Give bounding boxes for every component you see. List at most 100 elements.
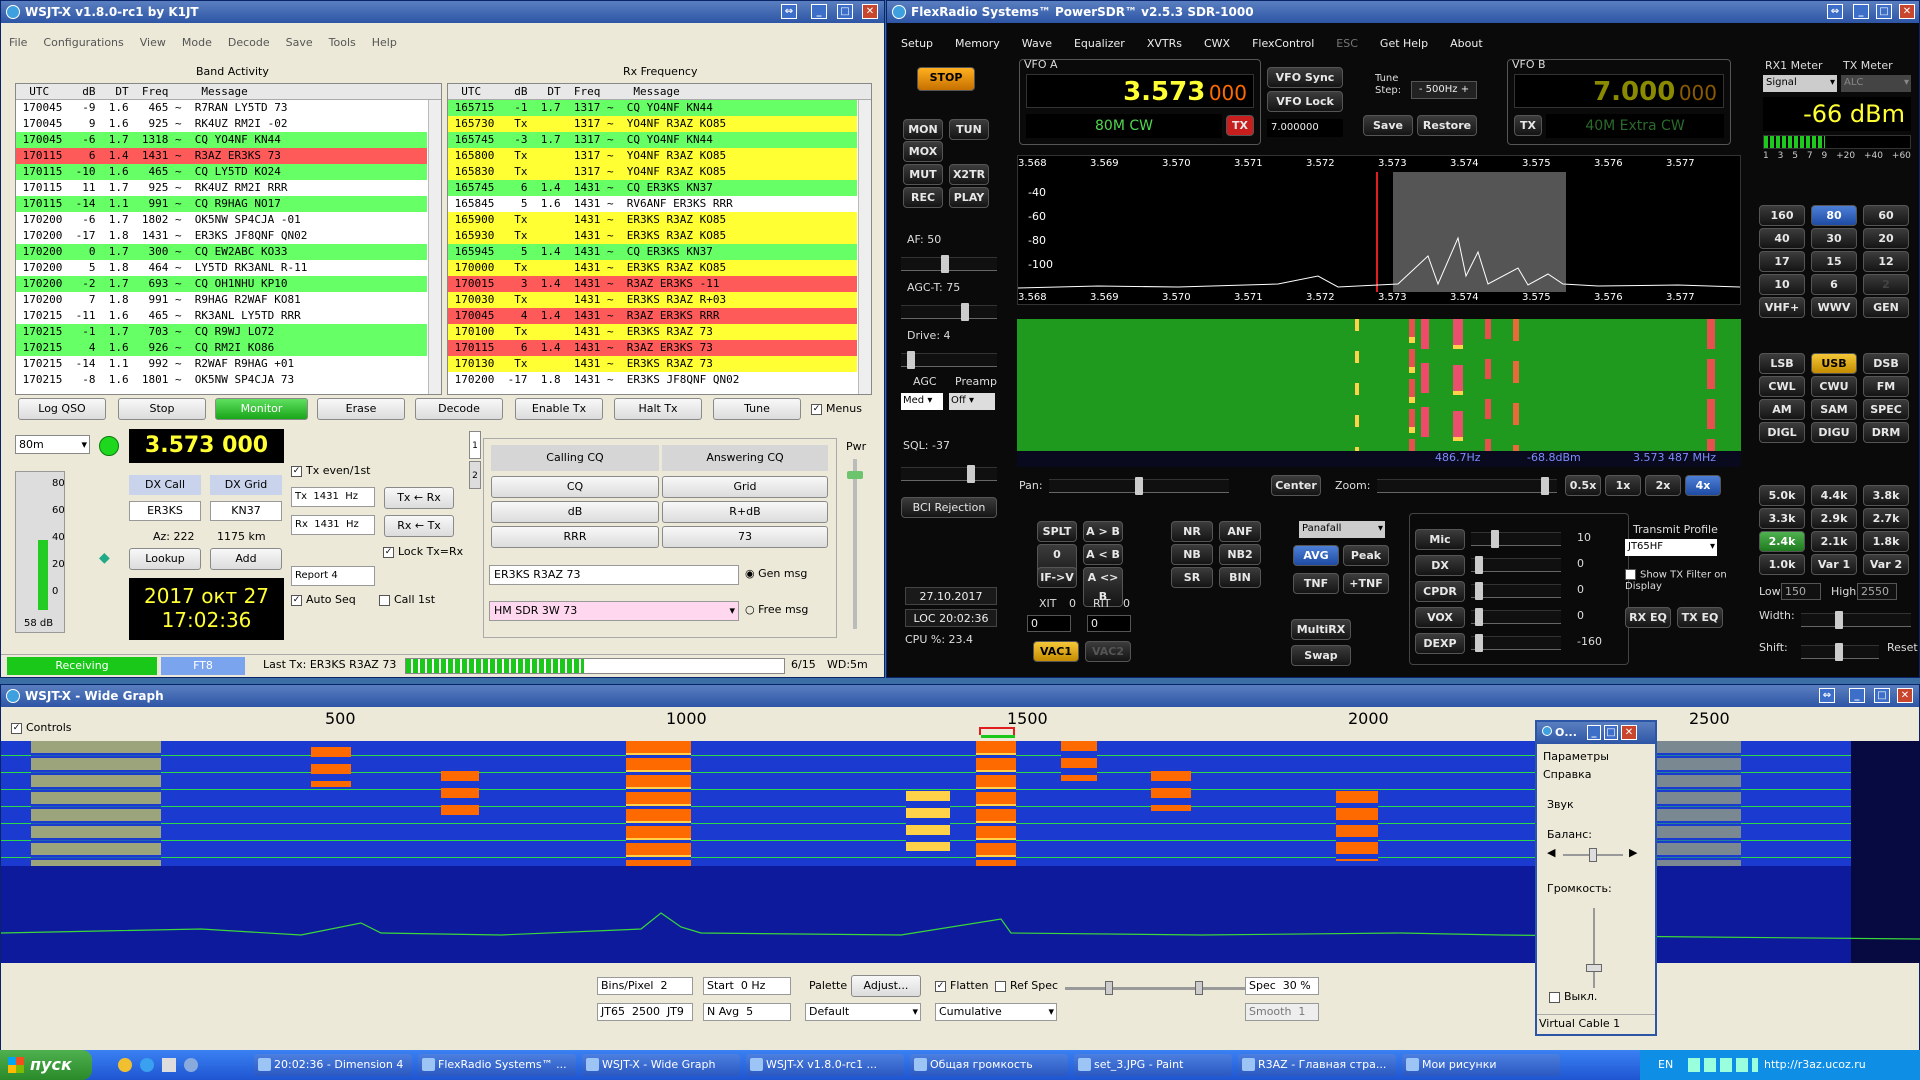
splt-button[interactable]: SPLT xyxy=(1037,521,1077,542)
gen-msg-radio[interactable]: ◉ Gen msg xyxy=(745,567,807,580)
menu-item-cwx[interactable]: CWX xyxy=(1204,37,1230,50)
lookup-button[interactable]: Lookup xyxy=(129,548,201,570)
mic-button[interactable]: Mic xyxy=(1415,529,1465,550)
pwr-slider-handle[interactable] xyxy=(847,471,863,479)
start-button[interactable]: пуск xyxy=(0,1050,92,1080)
menu-item-get-help[interactable]: Get Help xyxy=(1380,37,1428,50)
enable-tx-button[interactable]: Enable Tx xyxy=(515,398,603,420)
gen-msg-field[interactable]: ER3KS R3AZ 73 xyxy=(489,565,739,585)
tun-button[interactable]: TUN xyxy=(949,119,989,140)
vox-slider[interactable] xyxy=(1471,608,1561,626)
band-select[interactable]: 80m ▾ xyxy=(15,435,90,454)
gain-slider-handle[interactable] xyxy=(1105,981,1113,995)
maximize-icon[interactable]: □ xyxy=(1604,725,1618,740)
palette-select[interactable]: Default ▾ xyxy=(805,1003,921,1021)
mic-slider[interactable] xyxy=(1471,530,1561,548)
table-row[interactable]: 170115 -14 1.1 991 ~ CQ R9HAG NO17 xyxy=(16,196,427,212)
wsjtx-titlebar[interactable]: WSJT-X v1.8.0-rc1 by K1JT ⇔ _ □ ✕ xyxy=(1,1,884,23)
taskbar-item[interactable]: set_3.JPG - Paint xyxy=(1074,1054,1232,1076)
rx-scrollbar[interactable] xyxy=(858,100,871,394)
table-row[interactable]: 170215 -14 1.1 992 ~ R2WAF R9HAG +01 xyxy=(16,356,427,372)
wide-graph-titlebar[interactable]: WSJT-X - Wide Graph ⇔ _ □ ✕ xyxy=(1,685,1919,707)
start-spinbox[interactable]: Start 0 Hz xyxy=(703,977,791,995)
dx-call-field[interactable]: ER3KS xyxy=(129,501,201,521)
mode-cwu-button[interactable]: CWU xyxy=(1811,376,1857,397)
close-icon[interactable]: ✕ xyxy=(1897,688,1913,703)
bci-rejection-button[interactable]: BCI Rejection xyxy=(901,497,997,518)
band-12-button[interactable]: 12 xyxy=(1863,251,1909,272)
save-button[interactable]: Save xyxy=(1363,115,1413,136)
restore-icon[interactable]: ⇔ xyxy=(1819,688,1835,703)
band-80-button[interactable]: 80 xyxy=(1811,205,1857,226)
nr-button[interactable]: NR xyxy=(1171,521,1213,542)
menu-item-file[interactable]: File xyxy=(9,36,27,49)
band-30-button[interactable]: 30 xyxy=(1811,228,1857,249)
mode-digu-button[interactable]: DIGU xyxy=(1811,422,1857,443)
stop-button[interactable]: STOP xyxy=(917,67,975,91)
table-row[interactable]: 170115 6 1.4 1431 ~ R3AZ ER3KS 73 xyxy=(448,340,857,356)
filter-2.9k-button[interactable]: 2.9k xyxy=(1811,508,1857,529)
table-row[interactable]: 170045 9 1.6 925 ~ RK4UZ RM2I -02 xyxy=(16,116,427,132)
menu-item-tools[interactable]: Tools xyxy=(329,36,356,49)
minimize-icon[interactable]: _ xyxy=(1849,688,1865,703)
nb-button[interactable]: NB xyxy=(1171,544,1213,565)
gain-slider[interactable] xyxy=(1065,981,1245,995)
filter-3.8k-button[interactable]: 3.8k xyxy=(1863,485,1909,506)
tx-freq-spinbox[interactable]: Tx 1431 Hz xyxy=(291,487,375,507)
mut-button[interactable]: MUT xyxy=(903,164,943,185)
volume-mixer-titlebar[interactable]: О... _ □ ✕ xyxy=(1537,722,1655,744)
menu-item-mode[interactable]: Mode xyxy=(182,36,212,49)
center-button[interactable]: Center xyxy=(1271,475,1321,496)
decode-button[interactable]: Decode xyxy=(415,398,503,420)
volume-slider[interactable] xyxy=(1586,908,1602,988)
maximize-icon[interactable]: □ xyxy=(1874,688,1890,703)
table-row[interactable]: 170100 Tx 1431 ~ ER3KS R3AZ 73 xyxy=(448,324,857,340)
minimize-icon[interactable]: _ xyxy=(811,4,827,19)
dexp-button[interactable]: DEXP xyxy=(1415,633,1465,654)
vfo-a-display[interactable]: 3.573 000 xyxy=(1026,74,1254,108)
mode-drm-button[interactable]: DRM xyxy=(1863,422,1909,443)
taskbar-item[interactable]: R3AZ - Главная стра... xyxy=(1238,1054,1396,1076)
dx-slider-handle[interactable] xyxy=(1475,556,1483,574)
filter-1.0k-button[interactable]: 1.0k xyxy=(1759,554,1805,575)
params-menu[interactable]: Параметры xyxy=(1543,750,1609,763)
af-slider-handle[interactable] xyxy=(941,255,949,273)
halt-tx-button[interactable]: Halt Tx xyxy=(614,398,702,420)
menus-checkbox[interactable]: ✓ Menus xyxy=(811,402,862,415)
table-row[interactable]: 170045 -9 1.6 465 ~ R7RAN LY5TD 73 xyxy=(16,100,427,116)
table-row[interactable]: 170200 -17 1.8 1431 ~ ER3KS JF8QNF QN02 xyxy=(16,228,427,244)
agc-select[interactable]: Med ▾ xyxy=(901,393,943,410)
zoom-2x-button[interactable]: 2x xyxy=(1645,475,1681,496)
table-row[interactable]: 165800 Tx 1317 ~ YO4NF R3AZ KO85 xyxy=(448,148,857,164)
quick-launch-icon[interactable] xyxy=(140,1058,154,1072)
band-20-button[interactable]: 20 xyxy=(1863,228,1909,249)
sr-button[interactable]: SR xyxy=(1171,567,1213,588)
cumulative-select[interactable]: Cumulative ▾ xyxy=(935,1003,1057,1021)
73-button[interactable]: 73 xyxy=(662,526,828,548)
menu-item-equalizer[interactable]: Equalizer xyxy=(1074,37,1125,50)
display-mode-select[interactable]: Panafall ▾ xyxy=(1299,521,1385,538)
add-button[interactable]: Add xyxy=(210,548,282,570)
dx-button[interactable]: DX xyxy=(1415,555,1465,576)
ref-spec-checkbox[interactable]: Ref Spec xyxy=(995,979,1058,992)
filter-2.1k-button[interactable]: 2.1k xyxy=(1811,531,1857,552)
band-40-button[interactable]: 40 xyxy=(1759,228,1805,249)
stop-button[interactable]: Stop xyxy=(118,398,206,420)
play-button[interactable]: PLAY xyxy=(949,187,989,208)
band-activity-table[interactable]: UTC dB DT Freq Message 170045 -9 1.6 465… xyxy=(15,83,442,395)
table-row[interactable]: 170200 -2 1.7 693 ~ CQ OH1NHU KP10 xyxy=(16,276,427,292)
show-tx-filter-checkbox[interactable]: Show TX Filter on Display xyxy=(1625,569,1735,592)
rec-button[interactable]: REC xyxy=(903,187,943,208)
vox-button[interactable]: VOX xyxy=(1415,607,1465,628)
zoom-slider-handle[interactable] xyxy=(1541,477,1549,495)
band-10-button[interactable]: 10 xyxy=(1759,274,1805,295)
table-row[interactable]: 170115 6 1.4 1431 ~ R3AZ ER3KS 73 xyxy=(16,148,427,164)
shift-slider[interactable] xyxy=(1801,643,1879,661)
mute-checkbox[interactable]: Выкл. xyxy=(1549,990,1597,1003)
table-row[interactable]: 170215 4 1.6 926 ~ CQ RM2I KO86 xyxy=(16,340,427,356)
table-row[interactable]: 170045 4 1.4 1431 ~ R3AZ ER3KS RRR xyxy=(448,308,857,324)
restore-button[interactable]: Restore xyxy=(1417,115,1477,136)
bins-spinbox[interactable]: Bins/Pixel 2 xyxy=(597,977,693,995)
table-row[interactable]: 170215 -1 1.7 703 ~ CQ R9WJ LO72 xyxy=(16,324,427,340)
zero-slider-handle[interactable] xyxy=(1195,981,1203,995)
